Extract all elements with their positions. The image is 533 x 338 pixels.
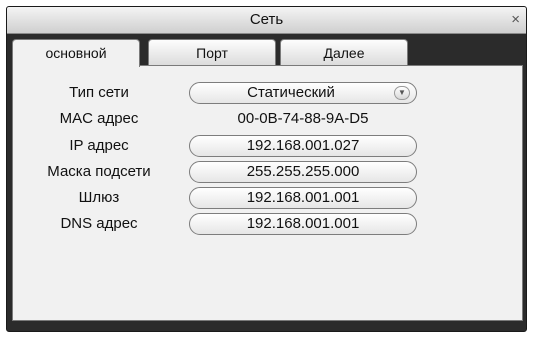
row-dns: DNS адрес 192.168.001.001 (13, 213, 522, 235)
tab-bar: основной Порт Далее (12, 39, 521, 67)
ip-field[interactable]: 192.168.001.027 (189, 135, 417, 157)
title-bar: Сеть × (7, 7, 526, 34)
window-title: Сеть (249, 11, 284, 28)
close-icon[interactable]: × (511, 7, 520, 33)
network-type-select[interactable]: Статический ▼ (189, 82, 417, 104)
row-ip: IP адрес 192.168.001.027 (13, 135, 522, 157)
row-network-type: Тип сети Статический ▼ (13, 82, 522, 104)
ip-label: IP адрес (69, 137, 129, 154)
mask-label: Маска подсети (47, 163, 151, 180)
dns-field[interactable]: 192.168.001.001 (189, 213, 417, 235)
mac-label: MAC адрес (59, 110, 139, 127)
tab-more[interactable]: Далее (280, 39, 408, 65)
dns-label: DNS адрес (60, 215, 138, 232)
network-type-value: Статический (247, 84, 335, 101)
row-mac: MAC адрес 00-0B-74-88-9A-D5 (13, 108, 522, 130)
gateway-label: Шлюз (78, 189, 120, 206)
settings-panel: Тип сети Статический ▼ MAC адрес 00-0B-7… (12, 65, 523, 321)
chevron-down-icon[interactable]: ▼ (394, 86, 410, 100)
gateway-field[interactable]: 192.168.001.001 (189, 187, 417, 209)
network-settings-window: Сеть × основной Порт Далее Тип сети Стат… (6, 6, 527, 332)
tab-port[interactable]: Порт (148, 39, 276, 65)
row-gateway: Шлюз 192.168.001.001 (13, 187, 522, 209)
mask-field[interactable]: 255.255.255.000 (189, 161, 417, 183)
network-type-label: Тип сети (69, 84, 129, 101)
tab-basic[interactable]: основной (12, 39, 140, 67)
mac-value: 00-0B-74-88-9A-D5 (237, 110, 369, 127)
row-mask: Маска подсети 255.255.255.000 (13, 161, 522, 183)
